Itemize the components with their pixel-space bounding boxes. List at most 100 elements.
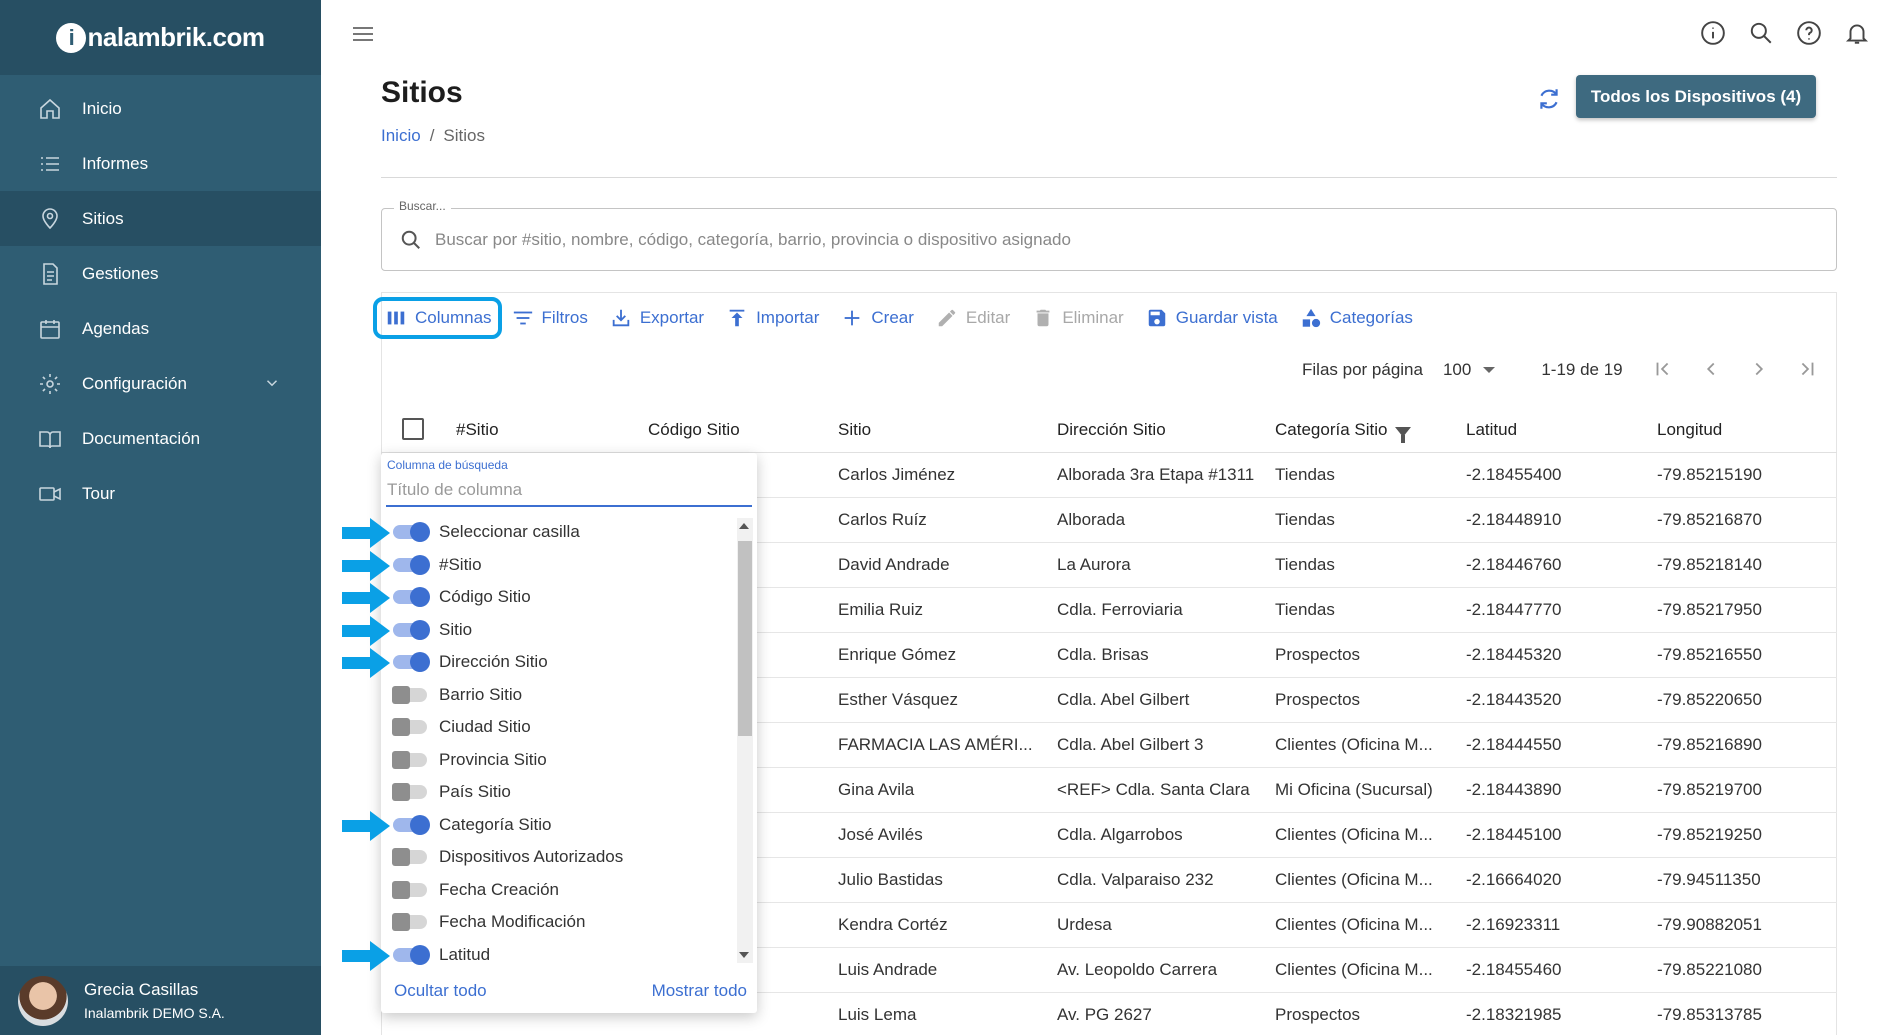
annotation-arrow-icon (342, 583, 390, 613)
column-header-sitio[interactable]: Sitio (838, 420, 871, 440)
all-devices-button[interactable]: Todos los Dispositivos (4) (1576, 75, 1816, 118)
toggle-knob (392, 783, 410, 801)
rows-per-page-label: Filas por página (1302, 360, 1423, 379)
cell-direccion: Av. Leopoldo Carrera (1057, 960, 1218, 979)
toggle-switch[interactable] (393, 814, 430, 835)
column-header-direccion[interactable]: Dirección Sitio (1057, 420, 1166, 440)
scroll-down-icon[interactable] (739, 952, 749, 958)
breadcrumb-home-link[interactable]: Inicio (381, 126, 421, 145)
pager-buttons (1652, 358, 1818, 385)
menu-icon[interactable] (351, 22, 375, 46)
user-profile[interactable]: Grecia Casillas Inalambrik DEMO S.A. (0, 966, 321, 1035)
rows-per-page-select[interactable]: 100 (1443, 360, 1496, 380)
column-toggle-item[interactable]: #Sitio (393, 549, 482, 581)
toggle-knob (410, 652, 430, 672)
column-header-latitud[interactable]: Latitud (1466, 420, 1517, 440)
column-toggle-item[interactable]: Latitud (393, 939, 490, 971)
toggle-switch[interactable] (392, 848, 427, 866)
column-toggle-item[interactable]: Seleccionar casilla (393, 516, 580, 548)
show-all-button[interactable]: Mostrar todo (652, 981, 747, 1001)
column-toggle-item[interactable]: Sitio (393, 614, 472, 646)
column-toggle-item[interactable]: Dirección Sitio (393, 646, 548, 678)
toggle-switch[interactable] (392, 783, 427, 801)
scroll-up-icon[interactable] (739, 523, 749, 529)
toggle-switch[interactable] (393, 652, 430, 672)
column-toggle-item[interactable]: Barrio Sitio (392, 679, 522, 711)
chevron-down-icon[interactable] (263, 374, 281, 397)
toggle-knob (392, 880, 410, 899)
location-pin-icon (38, 207, 62, 231)
sidebar-item-gestiones[interactable]: Gestiones (0, 246, 321, 301)
toggle-switch[interactable] (393, 619, 430, 640)
next-page-icon[interactable] (1748, 358, 1770, 385)
user-name: Grecia Casillas (84, 980, 199, 999)
info-icon[interactable] (1700, 20, 1726, 51)
toggle-switch[interactable] (393, 587, 430, 607)
sidebar-item-informes[interactable]: Informes (0, 136, 321, 191)
column-toggle-item[interactable]: Fecha Modificación (392, 906, 585, 938)
save-view-button[interactable]: Guardar vista (1146, 307, 1278, 329)
column-toggle-item[interactable]: Dispositivos Autorizados (392, 841, 623, 873)
cell-longitud: -79.85217950 (1657, 600, 1762, 619)
filter-icon[interactable] (1395, 427, 1412, 443)
search-icon[interactable] (1748, 20, 1774, 51)
cell-direccion: Cdla. Abel Gilbert 3 (1057, 735, 1204, 754)
import-button[interactable]: Importar (726, 307, 819, 329)
select-all-checkbox[interactable] (402, 418, 424, 440)
column-toggle-label: Provincia Sitio (439, 749, 547, 769)
save-icon (1148, 309, 1165, 327)
export-button[interactable]: Exportar (610, 307, 704, 329)
help-icon[interactable] (1796, 20, 1822, 51)
filters-button[interactable]: Filtros (512, 307, 588, 329)
columns-button[interactable]: Columnas (373, 297, 502, 339)
column-header-categoria[interactable]: Categoría Sitio (1275, 420, 1412, 443)
toggle-switch[interactable] (393, 944, 430, 965)
cell-categoria: Prospectos (1275, 690, 1361, 709)
column-header-longitud[interactable]: Longitud (1657, 420, 1722, 440)
prev-page-icon[interactable] (1700, 358, 1722, 385)
sidebar-item-agendas[interactable]: Agendas (0, 301, 321, 356)
sidebar-item-inicio[interactable]: Inicio (0, 81, 321, 136)
create-button[interactable]: Crear (841, 307, 914, 329)
sidebar-item-configuracion[interactable]: Configuración (0, 356, 321, 411)
column-header-codigo[interactable]: Código Sitio (648, 420, 740, 440)
column-toggle-label: Latitud (439, 944, 491, 964)
refresh-icon[interactable] (1536, 86, 1562, 112)
toggle-switch[interactable] (392, 913, 427, 931)
last-page-icon[interactable] (1796, 358, 1818, 385)
categories-button[interactable]: Categorías (1300, 307, 1413, 329)
column-toggle-item[interactable]: Provincia Sitio (392, 744, 547, 776)
cell-direccion: Alborada 3ra Etapa #1311 (1057, 465, 1255, 484)
column-header-sitio-num[interactable]: #Sitio (456, 420, 499, 440)
column-toggle-item[interactable]: Categoría Sitio (393, 809, 551, 841)
toggle-switch[interactable] (392, 880, 427, 899)
toggle-switch[interactable] (392, 750, 427, 769)
toggle-switch[interactable] (392, 685, 427, 704)
toggle-switch[interactable] (392, 718, 427, 736)
column-toggle-item[interactable]: Ciudad Sitio (392, 711, 531, 743)
column-toggle-item[interactable]: Código Sitio (393, 581, 531, 613)
toggle-switch[interactable] (393, 522, 430, 542)
column-title-input[interactable] (386, 475, 752, 507)
cell-categoria: Clientes (Oficina M... (1275, 825, 1433, 844)
delete-button[interactable]: Eliminar (1032, 307, 1124, 329)
create-label: Crear (871, 308, 914, 327)
edit-button[interactable]: Editar (936, 307, 1010, 329)
scrollbar-thumb[interactable] (738, 541, 752, 736)
bell-icon[interactable] (1844, 20, 1870, 51)
page-range: 1-19 de 19 (1541, 360, 1623, 379)
annotation-arrow-icon (342, 518, 390, 548)
column-toggle-item[interactable]: Fecha Creación (392, 874, 559, 906)
search-input[interactable] (435, 221, 1815, 259)
column-toggle-item[interactable]: País Sitio (392, 776, 511, 808)
sidebar-item-documentacion[interactable]: Documentación (0, 411, 321, 466)
toggle-switch[interactable] (393, 554, 430, 575)
first-page-icon[interactable] (1652, 358, 1674, 385)
save-view-label: Guardar vista (1175, 308, 1278, 327)
logo-mark: i (56, 22, 87, 53)
sidebar-item-sitios[interactable]: Sitios (0, 191, 321, 246)
book-icon (38, 427, 62, 451)
logo[interactable]: i nalambrik.com (0, 0, 321, 75)
sidebar-item-tour[interactable]: Tour (0, 466, 321, 521)
hide-all-button[interactable]: Ocultar todo (394, 981, 487, 1001)
